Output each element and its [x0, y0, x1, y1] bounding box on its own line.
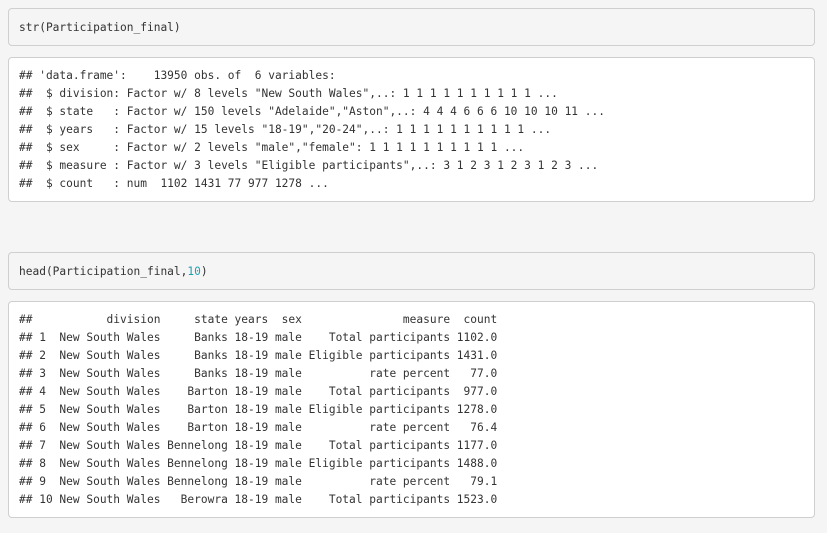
code-output-head: ## division state years sex measure coun… — [8, 301, 815, 518]
code-line: str(Participation_final) — [19, 21, 181, 34]
output-row: ## 1 New South Wales Banks 18-19 male To… — [19, 331, 498, 344]
output-row: ## 4 New South Wales Barton 18-19 male T… — [19, 385, 498, 398]
output-lines: ## 'data.frame': 13950 obs. of 6 variabl… — [19, 67, 605, 193]
code-line: head(Participation_final,10) — [19, 263, 208, 281]
output-line: ## $ count : num 1102 1431 77 977 1278 .… — [19, 177, 329, 190]
output-row: ## 10 New South Wales Berowra 18-19 male… — [19, 493, 498, 506]
output-row: ## 3 New South Wales Banks 18-19 male ra… — [19, 367, 498, 380]
output-row: ## 5 New South Wales Barton 18-19 male E… — [19, 403, 498, 416]
output-line: ## $ division: Factor w/ 8 levels "New S… — [19, 87, 558, 100]
code-input-head[interactable]: head(Participation_final,10) — [8, 252, 815, 290]
output-row: ## 8 New South Wales Bennelong 18-19 mal… — [19, 457, 498, 470]
closing-paren: ) — [200, 265, 208, 278]
numeric-argument: 10 — [187, 265, 201, 278]
output-line: ## $ measure : Factor w/ 3 levels "Eligi… — [19, 159, 599, 172]
output-row: ## 9 New South Wales Bennelong 18-19 mal… — [19, 475, 498, 488]
output-header-line: ## division state years sex measure coun… — [19, 313, 498, 326]
output-row: ## 2 New South Wales Banks 18-19 male El… — [19, 349, 498, 362]
output-line: ## $ years : Factor w/ 15 levels "18-19"… — [19, 123, 552, 136]
output-line: ## $ state : Factor w/ 150 levels "Adela… — [19, 105, 605, 118]
output-row: ## 6 New South Wales Barton 18-19 male r… — [19, 421, 498, 434]
function-call: head(Participation_final, — [19, 265, 188, 278]
output-line: ## $ sex : Factor w/ 2 levels "male","fe… — [19, 141, 525, 154]
output-lines: ## division state years sex measure coun… — [19, 311, 497, 509]
code-output-str: ## 'data.frame': 13950 obs. of 6 variabl… — [8, 57, 815, 202]
code-input-str[interactable]: str(Participation_final) — [8, 8, 815, 46]
output-row: ## 7 New South Wales Bennelong 18-19 mal… — [19, 439, 498, 452]
output-line: ## 'data.frame': 13950 obs. of 6 variabl… — [19, 69, 336, 82]
